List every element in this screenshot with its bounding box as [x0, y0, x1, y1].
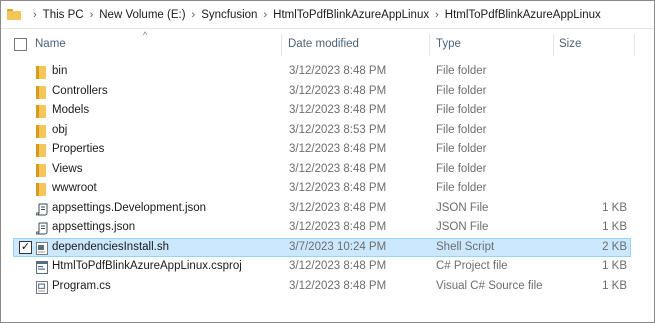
shell-script-icon — [36, 241, 48, 255]
sort-ascending-icon: ^ — [143, 30, 148, 40]
file-explorer-window: › This PC › New Volume (E:) › Syncfusion… — [0, 0, 655, 323]
breadcrumb-this-pc[interactable]: This PC — [43, 9, 84, 21]
file-size: 1 KB — [602, 221, 627, 233]
list-item-selected[interactable]: ✓ dependenciesInstall.sh 3/7/2023 10:24 … — [13, 237, 631, 257]
address-bar[interactable]: › This PC › New Volume (E:) › Syncfusion… — [1, 1, 654, 29]
breadcrumb-separator: › — [263, 8, 268, 21]
column-header: ^ Name Date modified Type Size — [1, 30, 654, 60]
file-size: 1 KB — [602, 260, 627, 272]
file-type: C# Project file — [436, 260, 508, 272]
file-type: File folder — [436, 104, 487, 116]
file-type: File folder — [436, 84, 487, 97]
file-size: 2 KB — [602, 240, 627, 253]
list-item[interactable]: Models 3/12/2023 8:48 PM File folder — [13, 101, 631, 120]
folder-icon — [36, 183, 48, 196]
breadcrumb-separator: › — [435, 8, 439, 21]
list-item[interactable]: HtmlToPdfBlinkAzureAppLinux.csproj 3/12/… — [13, 257, 631, 276]
file-date: 3/12/2023 8:48 PM — [289, 143, 387, 155]
file-name: appsettings.json — [52, 221, 136, 233]
json-file-icon — [36, 222, 49, 235]
list-item[interactable]: appsettings.Development.json 3/12/2023 8… — [13, 199, 631, 218]
file-type: File folder — [436, 65, 487, 77]
breadcrumb-separator: › — [33, 8, 37, 21]
column-header-date[interactable]: Date modified — [288, 38, 359, 50]
column-header-size[interactable]: Size — [559, 38, 581, 50]
file-date: 3/12/2023 8:48 PM — [289, 201, 387, 214]
column-divider[interactable] — [634, 34, 635, 56]
breadcrumb-new-volume[interactable]: New Volume (E:) — [99, 9, 185, 21]
folder-icon — [36, 85, 48, 99]
list-item[interactable]: Properties 3/12/2023 8:48 PM File folder — [13, 140, 631, 159]
file-size: 1 KB — [602, 201, 627, 214]
file-type: JSON File — [436, 221, 489, 233]
file-name: dependenciesInstall.sh — [52, 240, 169, 253]
file-name: Models — [52, 104, 90, 116]
select-all-checkbox[interactable] — [14, 38, 27, 51]
list-item[interactable]: appsettings.json 3/12/2023 8:48 PM JSON … — [13, 218, 631, 237]
csproj-file-icon — [36, 261, 48, 274]
file-type: JSON File — [436, 201, 489, 214]
file-type: Visual C# Source file — [436, 279, 543, 292]
column-header-type[interactable]: Type — [436, 38, 461, 50]
file-date: 3/12/2023 8:48 PM — [289, 162, 387, 175]
file-name: appsettings.Development.json — [52, 201, 207, 214]
file-name: bin — [52, 65, 68, 77]
file-type: File folder — [436, 143, 487, 155]
breadcrumb-syncfusion[interactable]: Syncfusion — [201, 9, 257, 21]
file-date: 3/7/2023 10:24 PM — [289, 240, 387, 253]
file-date: 3/12/2023 8:48 PM — [289, 221, 387, 233]
breadcrumb-project-inner[interactable]: HtmlToPdfBlinkAzureAppLinux — [445, 9, 601, 21]
file-date: 3/12/2023 8:48 PM — [289, 65, 387, 77]
file-date: 3/12/2023 8:48 PM — [289, 260, 387, 272]
folder-icon — [36, 66, 48, 79]
file-date: 3/12/2023 8:48 PM — [289, 182, 387, 194]
file-name: wwwroot — [52, 182, 97, 194]
file-type: File folder — [436, 182, 487, 194]
breadcrumb-separator: › — [89, 8, 94, 21]
file-size: 1 KB — [602, 279, 627, 292]
list-item[interactable]: obj 3/12/2023 8:53 PM File folder — [13, 121, 631, 140]
folder-icon — [36, 124, 48, 138]
file-date: 3/12/2023 8:53 PM — [289, 123, 387, 136]
list-item[interactable]: Program.cs 3/12/2023 8:48 PM Visual C# S… — [13, 277, 631, 296]
cs-file-icon — [36, 280, 48, 294]
file-name: HtmlToPdfBlinkAzureAppLinux.csproj — [52, 260, 242, 272]
column-header-name[interactable]: Name — [35, 38, 66, 50]
file-date: 3/12/2023 8:48 PM — [289, 279, 387, 292]
folder-icon — [7, 9, 21, 20]
file-name: obj — [52, 123, 68, 136]
json-file-icon — [36, 203, 49, 216]
file-date: 3/12/2023 8:48 PM — [289, 104, 387, 116]
column-divider[interactable] — [281, 34, 282, 56]
list-item[interactable]: Views 3/12/2023 8:48 PM File folder — [13, 160, 631, 179]
file-type: File folder — [436, 162, 487, 175]
list-item[interactable]: Controllers 3/12/2023 8:48 PM File folde… — [13, 82, 631, 101]
file-name: Controllers — [52, 84, 108, 97]
breadcrumb-separator: › — [191, 8, 196, 21]
folder-icon — [36, 144, 48, 157]
file-type: File folder — [436, 123, 487, 136]
file-date: 3/12/2023 8:48 PM — [289, 84, 387, 97]
folder-icon — [36, 105, 48, 118]
file-name: Properties — [52, 143, 105, 155]
row-checkbox[interactable]: ✓ — [19, 240, 32, 254]
list-item[interactable]: bin 3/12/2023 8:48 PM File folder — [13, 62, 631, 81]
folder-icon — [36, 163, 48, 177]
file-type: Shell Script — [436, 240, 495, 253]
breadcrumb-project[interactable]: HtmlToPdfBlinkAzureAppLinux — [273, 9, 429, 21]
list-item[interactable]: wwwroot 3/12/2023 8:48 PM File folder — [13, 179, 631, 198]
column-divider[interactable] — [429, 34, 430, 56]
file-name: Views — [52, 162, 83, 175]
file-name: Program.cs — [52, 279, 111, 292]
column-divider[interactable] — [553, 34, 554, 56]
